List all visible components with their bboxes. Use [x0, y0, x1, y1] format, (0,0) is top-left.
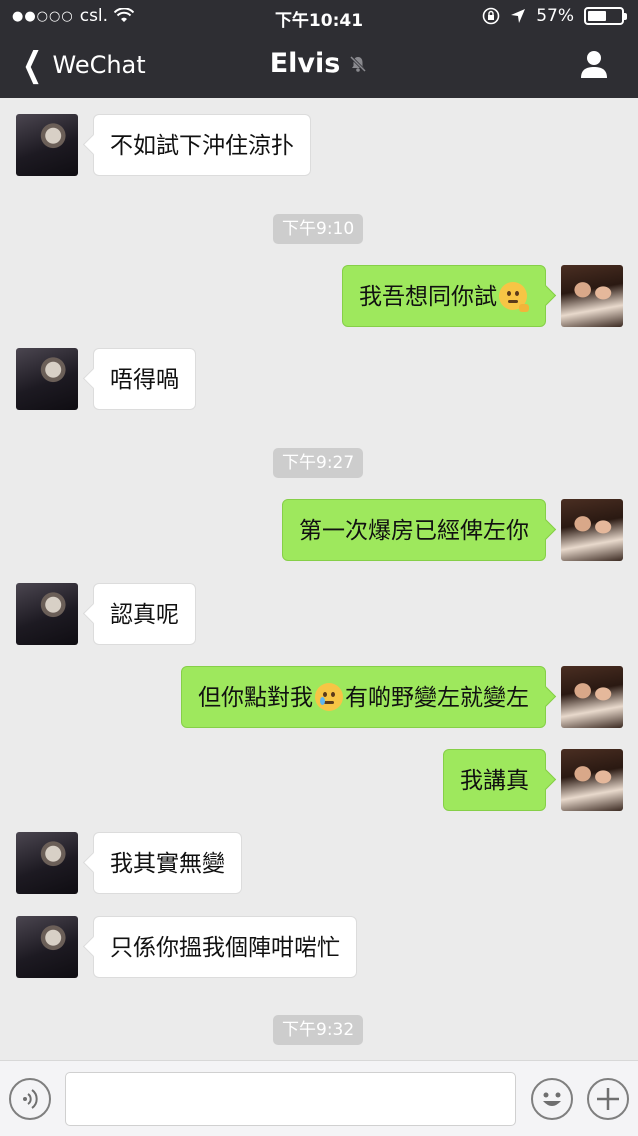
message-bubble-incoming[interactable]: 不如試下沖住涼扑	[93, 114, 311, 176]
battery-fill	[588, 11, 606, 21]
chat-title: Elvis	[0, 48, 638, 79]
contact-avatar[interactable]	[16, 832, 78, 894]
location-arrow-icon	[511, 9, 526, 23]
thinking-face-icon	[499, 281, 529, 312]
rotation-lock-icon	[482, 7, 500, 25]
battery-icon	[584, 7, 627, 25]
emoji-button[interactable]	[531, 1078, 573, 1120]
contact-avatar[interactable]	[16, 916, 78, 978]
message-bubble-incoming[interactable]: 只係你搵我個陣咁啱忙	[93, 916, 357, 978]
voice-icon	[23, 1089, 38, 1109]
plus-button[interactable]	[587, 1078, 629, 1120]
my-avatar[interactable]	[561, 666, 623, 728]
message-input[interactable]	[65, 1072, 516, 1126]
voice-button[interactable]	[9, 1078, 51, 1120]
status-bar: ●●○○○ csl. 下午10:41 57%	[0, 0, 638, 34]
message-bubble-incoming[interactable]: 認真呢	[93, 583, 196, 645]
my-avatar[interactable]	[561, 749, 623, 811]
navigation-bar: ❮ WeChat Elvis	[0, 34, 638, 98]
contact-avatar[interactable]	[16, 583, 78, 645]
profile-icon[interactable]	[578, 48, 610, 80]
message-bubble-outgoing[interactable]: 我吾想同你試	[342, 265, 546, 327]
message-bubble-incoming[interactable]: 我其實無變	[93, 832, 242, 894]
smiley-icon	[543, 1092, 561, 1106]
contact-avatar[interactable]	[16, 114, 78, 176]
message-text: 我吾想同你試	[359, 284, 497, 310]
input-bar	[0, 1060, 638, 1136]
my-avatar[interactable]	[561, 499, 623, 561]
message-bubble-outgoing[interactable]: 但你點對我 有啲野變左就變左	[181, 666, 546, 728]
message-bubble-incoming[interactable]: 唔得喎	[93, 348, 196, 410]
status-right: 57%	[482, 6, 627, 26]
message-bubble-outgoing[interactable]: 我講真	[443, 749, 546, 811]
crying-face-icon	[315, 682, 343, 711]
plus-icon	[597, 1088, 619, 1110]
top-bar: ●●○○○ csl. 下午10:41 57% ❮ WeChat Elvis	[0, 0, 638, 98]
battery-percent: 57%	[536, 6, 574, 26]
my-avatar[interactable]	[561, 265, 623, 327]
message-text: 但你點對我	[198, 685, 313, 711]
mute-bell-icon	[350, 55, 367, 72]
timestamp: 下午9:32	[273, 1015, 364, 1045]
message-text: 有啲野變左就變左	[345, 685, 529, 711]
contact-avatar[interactable]	[16, 348, 78, 410]
timestamp: 下午9:10	[273, 214, 364, 244]
message-bubble-outgoing[interactable]: 第一次爆房已經俾左你	[282, 499, 546, 561]
timestamp: 下午9:27	[273, 448, 364, 478]
chat-title-text: Elvis	[269, 48, 341, 79]
